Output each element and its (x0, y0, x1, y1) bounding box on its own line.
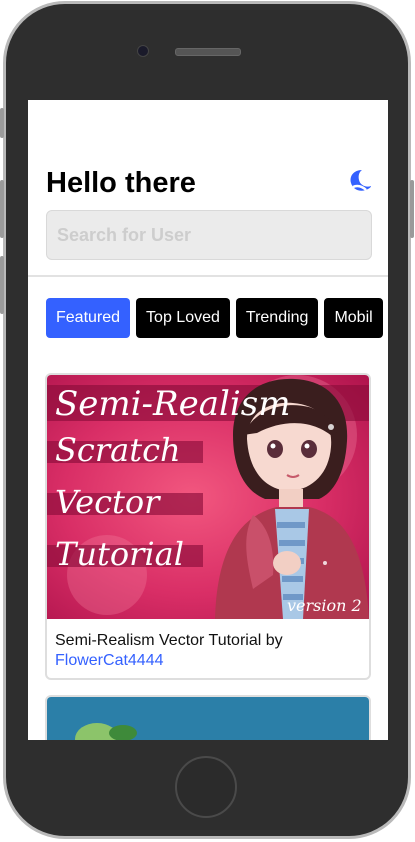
project-author-link[interactable]: FlowerCat4444 (55, 652, 164, 669)
thumbnail-line-4: Tutorial (55, 535, 184, 573)
phone-speaker (175, 48, 241, 56)
app-screen: Hello there FeaturedTop LovedTrendingMob… (28, 100, 388, 740)
phone-silent-switch (0, 108, 4, 138)
project-caption: Semi-Realism Vector Tutorial by FlowerCa… (47, 619, 369, 671)
thumbnail-title: Semi-Realism (55, 384, 290, 424)
search-input[interactable] (46, 210, 372, 260)
category-tabs: Featured Top Loved Trending Mobil (46, 298, 388, 338)
divider (28, 275, 388, 277)
tab-top-loved[interactable]: Top Loved (136, 298, 230, 338)
project-card[interactable] (45, 695, 371, 740)
thumbnail-art (75, 723, 137, 740)
phone-power-button (410, 180, 414, 238)
tab-trending[interactable]: Trending (235, 298, 319, 338)
phone-camera (137, 45, 149, 57)
thumbnail-version-badge: version 2 (287, 596, 362, 615)
tab-featured[interactable]: Featured (46, 298, 131, 338)
project-title: Semi-Realism Vector Tutorial by (55, 632, 283, 649)
phone-volume-up (0, 180, 4, 238)
thumbnail-line-3: Vector (55, 483, 161, 521)
phone-volume-down (0, 256, 4, 314)
moon-icon[interactable] (344, 166, 374, 196)
project-thumbnail[interactable]: Semi-Realism Scratch Vector Tutorial ver… (47, 375, 369, 619)
project-card[interactable]: Semi-Realism Scratch Vector Tutorial ver… (45, 373, 371, 680)
page-title: Hello there (46, 167, 196, 199)
home-button[interactable] (175, 756, 237, 818)
tab-mobile[interactable]: Mobil (324, 298, 383, 338)
project-thumbnail[interactable] (47, 697, 369, 740)
thumbnail-line-2: Scratch (55, 431, 181, 469)
header: Hello there (46, 164, 374, 204)
